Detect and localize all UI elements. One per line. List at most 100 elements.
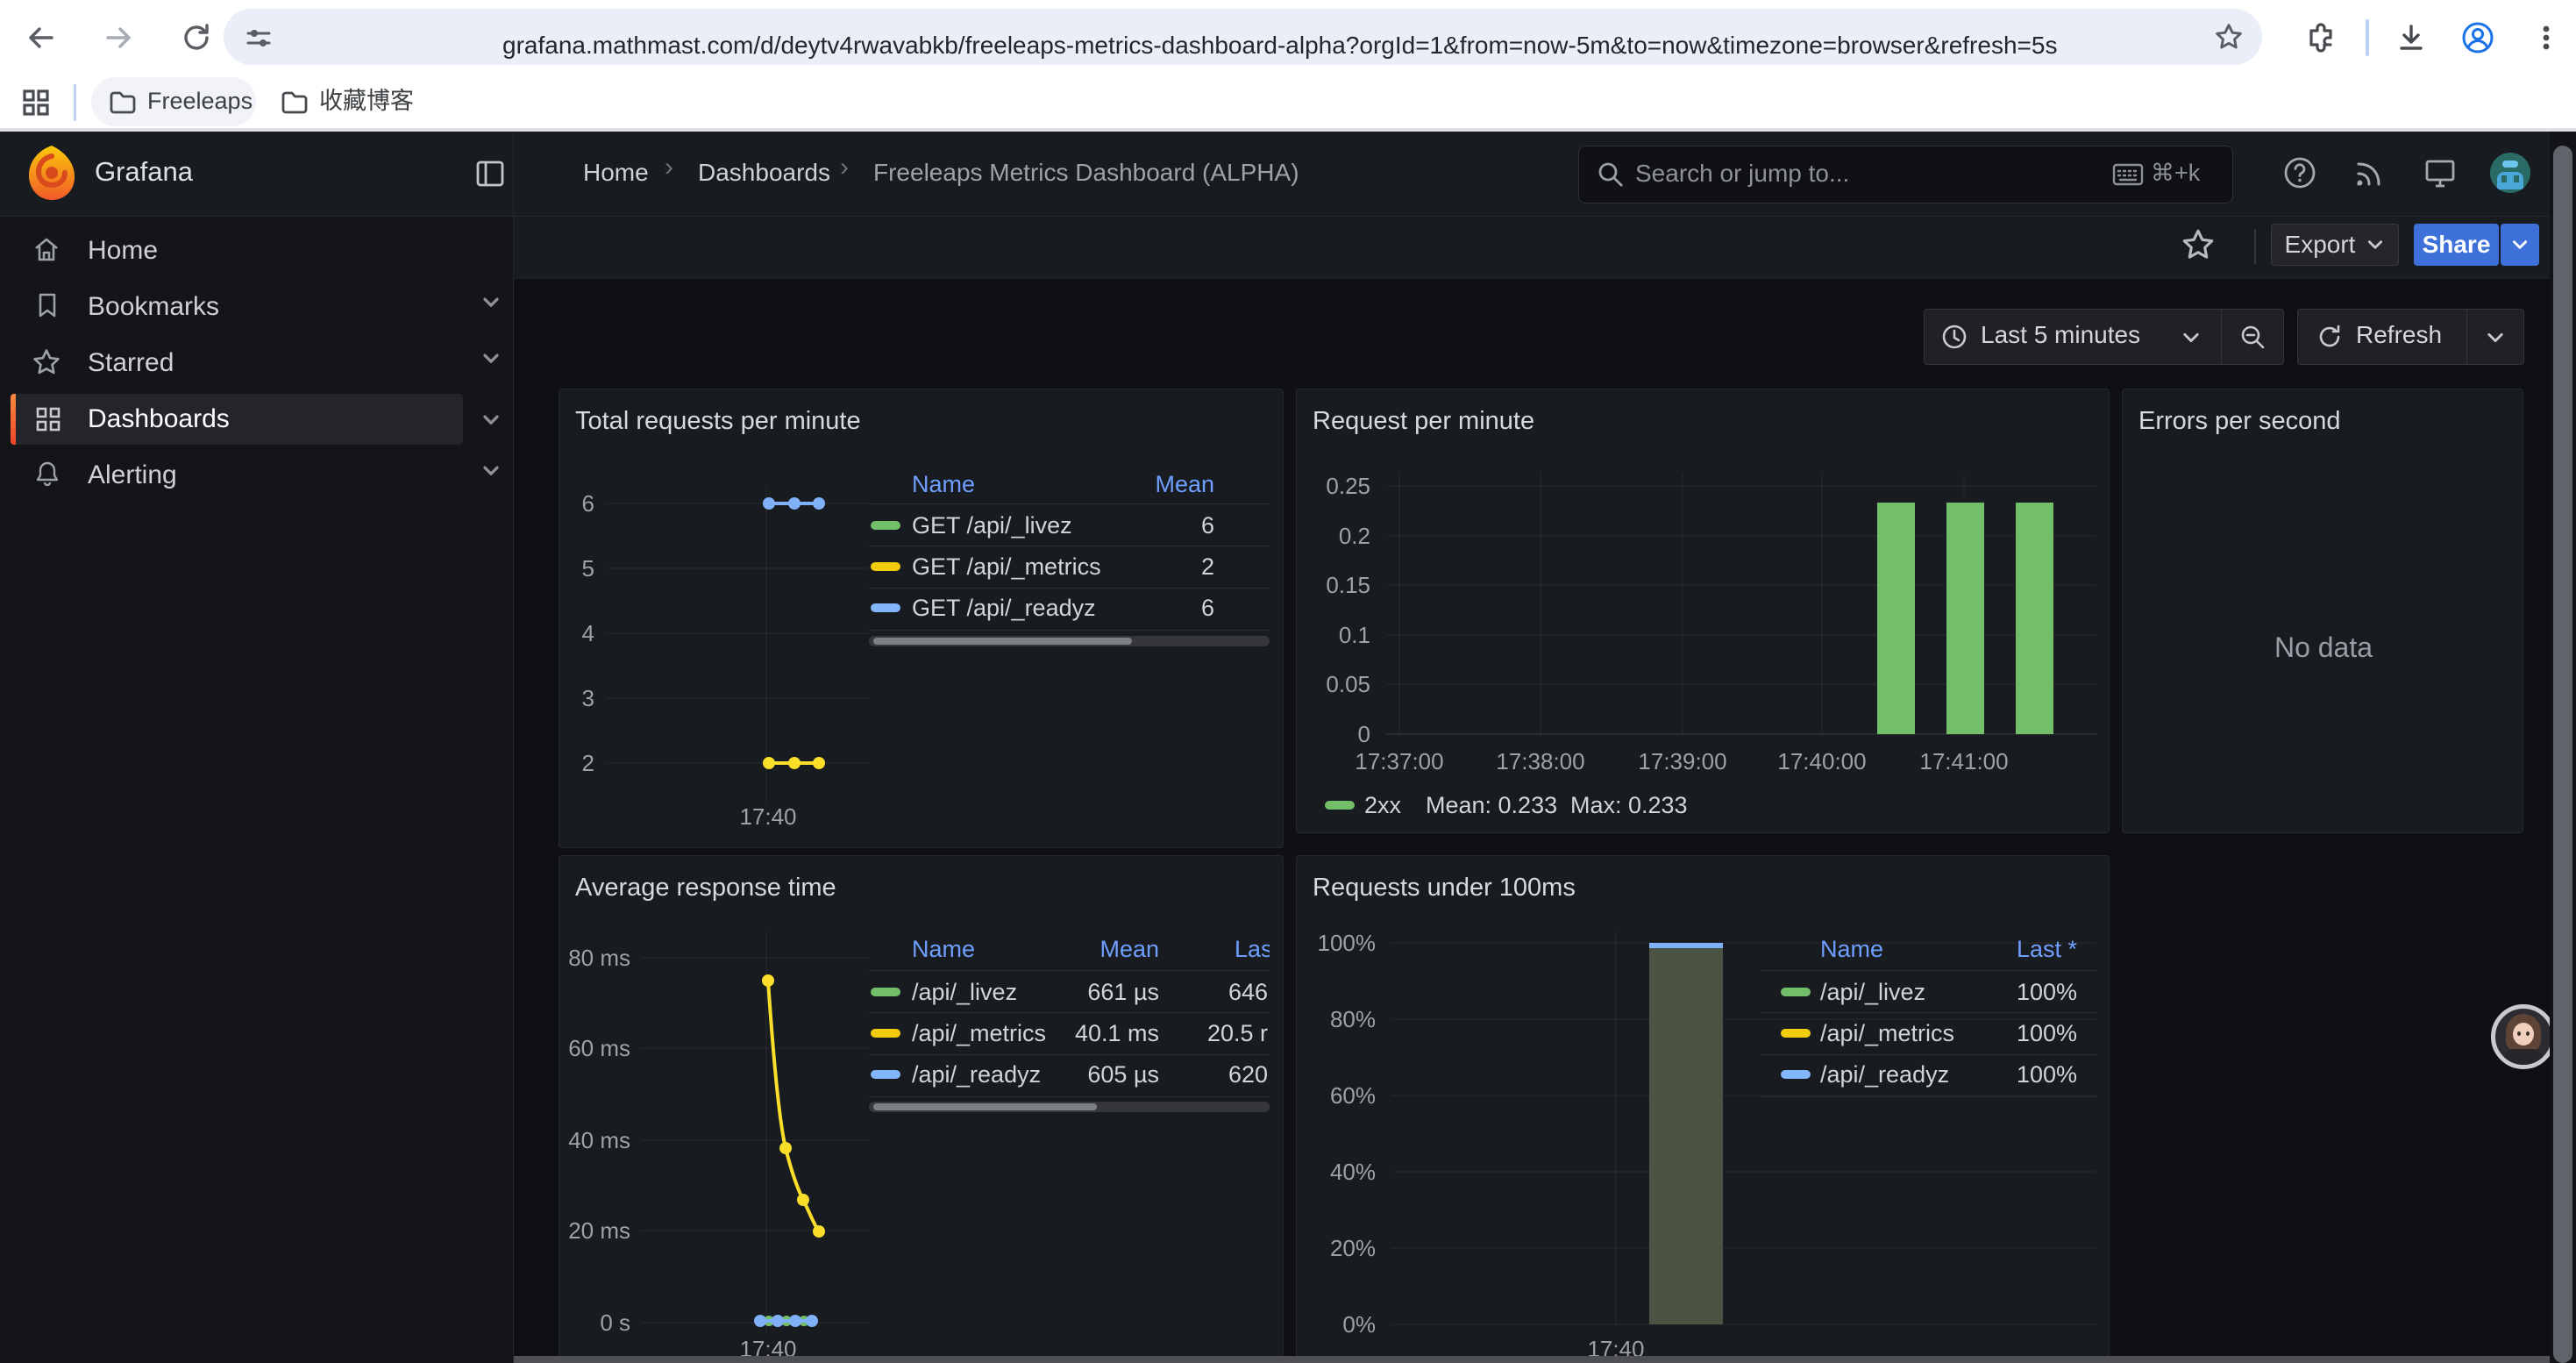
series-name[interactable]: /api/_metrics [1820, 1019, 1954, 1047]
legend-header-mean[interactable]: Mean [1085, 470, 1214, 498]
extensions-icon[interactable] [2304, 22, 2336, 54]
panel-errors-per-second[interactable]: Errors per second No data [2122, 389, 2523, 833]
active-indicator [11, 394, 16, 445]
breadcrumb-home[interactable]: Home [583, 155, 649, 190]
profile-icon[interactable] [2460, 20, 2495, 55]
refresh-interval-button[interactable] [2467, 310, 2523, 364]
reload-icon[interactable] [181, 22, 212, 54]
export-button[interactable]: Export [2271, 224, 2399, 266]
monitor-kiosk-icon[interactable] [2422, 155, 2459, 192]
bookmark-icon [33, 291, 61, 319]
series-swatch[interactable] [871, 603, 900, 612]
dock-sidebar-icon[interactable] [473, 157, 507, 190]
legend-header-name[interactable]: Name [912, 935, 975, 963]
y-tick: 2 [559, 749, 594, 777]
browser-menu-icon[interactable] [2529, 20, 2564, 55]
legend-scrollbar-thumb[interactable] [873, 1103, 1097, 1110]
legend-header-last[interactable]: Last * [1954, 935, 2077, 963]
series-name[interactable]: GET /api/_readyz [912, 594, 1096, 622]
zoom-out-button[interactable] [2222, 310, 2283, 364]
chevron-down-icon[interactable] [479, 289, 503, 314]
help-icon[interactable] [2281, 154, 2318, 191]
panel-under-100ms[interactable]: Requests under 100ms 100% 80% 60% 40% 20… [1296, 855, 2110, 1363]
x-tick: 17:40 [715, 803, 821, 831]
chevron-down-icon[interactable] [479, 346, 503, 370]
url-text[interactable]: grafana.mathmast.com/d/deytv4rwavabkb/fr… [502, 24, 2057, 68]
address-bar[interactable]: grafana.mathmast.com/d/deytv4rwavabkb/fr… [224, 9, 2262, 65]
sidebar-item-alerting[interactable]: Alerting [0, 451, 513, 500]
zoom-out-icon [2238, 323, 2266, 351]
search-box[interactable]: ⌘+k [1578, 146, 2233, 203]
series-name[interactable]: GET /api/_livez [912, 511, 1072, 539]
panel-total-requests[interactable]: Total requests per minute 6 5 4 3 2 17:4… [559, 389, 1284, 848]
floating-avatar[interactable] [2491, 1004, 2556, 1069]
news-rss-icon[interactable] [2352, 156, 2387, 191]
series-name[interactable]: /api/_livez [912, 978, 1017, 1006]
sidebar-item-bookmarks[interactable]: Bookmarks [0, 282, 513, 332]
legend-header-name[interactable]: Name [912, 470, 975, 498]
scrollbar-track[interactable] [2550, 132, 2576, 1363]
y-tick: 80 ms [559, 944, 630, 972]
favorite-star-icon[interactable] [2181, 227, 2216, 262]
sidebar-item-starred[interactable]: Starred [0, 339, 513, 388]
brand-label[interactable]: Grafana [95, 156, 193, 188]
legend-header-mean[interactable]: Mean [1015, 935, 1159, 963]
avatar-face [2513, 1023, 2534, 1045]
horizontal-scrollbar[interactable] [514, 1356, 2576, 1363]
panel-title[interactable]: Errors per second [2138, 405, 2341, 437]
series-name[interactable]: /api/_readyz [1820, 1060, 1949, 1088]
y-tick: 40% [1297, 1158, 1376, 1186]
series-name[interactable]: GET /api/_metrics [912, 553, 1101, 581]
panel-avg-response-time[interactable]: Average response time 80 ms 60 ms 40 ms … [559, 855, 1284, 1363]
legend-mean: Mean: 0.233 [1426, 791, 1557, 819]
series-swatch[interactable] [871, 562, 900, 571]
scrollbar-thumb[interactable] [2553, 146, 2572, 1363]
share-menu-button[interactable] [2501, 224, 2539, 266]
legend-header-last[interactable]: Las [1235, 935, 1270, 963]
panel-request-per-minute[interactable]: Request per minute 0.25 0.2 0.15 0.1 0.0… [1296, 389, 2110, 833]
breadcrumb-dashboards[interactable]: Dashboards [698, 155, 830, 190]
share-button[interactable]: Share [2414, 224, 2499, 266]
search-input[interactable] [1633, 152, 2093, 196]
bookmark-folder-label: 收藏博客 [319, 87, 414, 115]
bookmark-star-icon[interactable] [2214, 22, 2244, 52]
series-last: 100% [1954, 1019, 2077, 1047]
y-tick: 0.1 [1297, 621, 1370, 649]
screen: grafana.mathmast.com/d/deytv4rwavabkb/fr… [0, 0, 2576, 1363]
series-swatch[interactable] [1781, 1070, 1811, 1079]
series-swatch[interactable] [871, 521, 900, 530]
y-tick: 40 ms [559, 1126, 630, 1154]
series-swatch[interactable] [1781, 1029, 1811, 1038]
legend-scrollbar[interactable] [869, 1102, 1270, 1112]
series-swatch[interactable] [1781, 988, 1811, 996]
series-swatch[interactable] [871, 1070, 900, 1079]
chevron-down-icon[interactable] [479, 458, 503, 482]
bookmark-folder-blogs[interactable]: 收藏博客 [268, 77, 444, 126]
refresh-button[interactable]: Refresh [2298, 310, 2466, 364]
y-tick: 5 [559, 554, 594, 582]
download-icon[interactable] [2395, 22, 2427, 54]
series-swatch[interactable] [871, 1029, 900, 1038]
bookmark-folder-freeleaps[interactable]: Freeleaps [91, 77, 256, 126]
time-range-picker[interactable]: Last 5 minutes [1925, 310, 2223, 364]
site-info-icon[interactable] [245, 24, 273, 52]
bookmark-folder-label: Freeleaps [147, 87, 253, 115]
y-tick: 0% [1297, 1310, 1376, 1338]
legend-header-name[interactable]: Name [1820, 935, 1883, 963]
legend-scrollbar-thumb[interactable] [873, 638, 1132, 645]
grafana-logo-icon[interactable] [25, 144, 79, 202]
series-swatch[interactable] [871, 988, 900, 996]
breadcrumb-separator: › [665, 153, 673, 182]
legend-series[interactable]: 2xx [1364, 791, 1401, 819]
forward-icon[interactable] [103, 22, 135, 54]
apps-grid-icon[interactable] [21, 88, 51, 118]
back-icon[interactable] [25, 22, 56, 54]
series-swatch[interactable] [1325, 801, 1355, 810]
chevron-down-icon[interactable] [479, 407, 503, 432]
sidebar-item-home[interactable]: Home [0, 226, 513, 275]
legend-scrollbar[interactable] [869, 636, 1270, 646]
star-icon [32, 347, 61, 377]
series-name[interactable]: /api/_livez [1820, 978, 1925, 1006]
sidebar-item-dashboards[interactable]: Dashboards [11, 394, 463, 445]
user-avatar[interactable] [2490, 153, 2530, 193]
